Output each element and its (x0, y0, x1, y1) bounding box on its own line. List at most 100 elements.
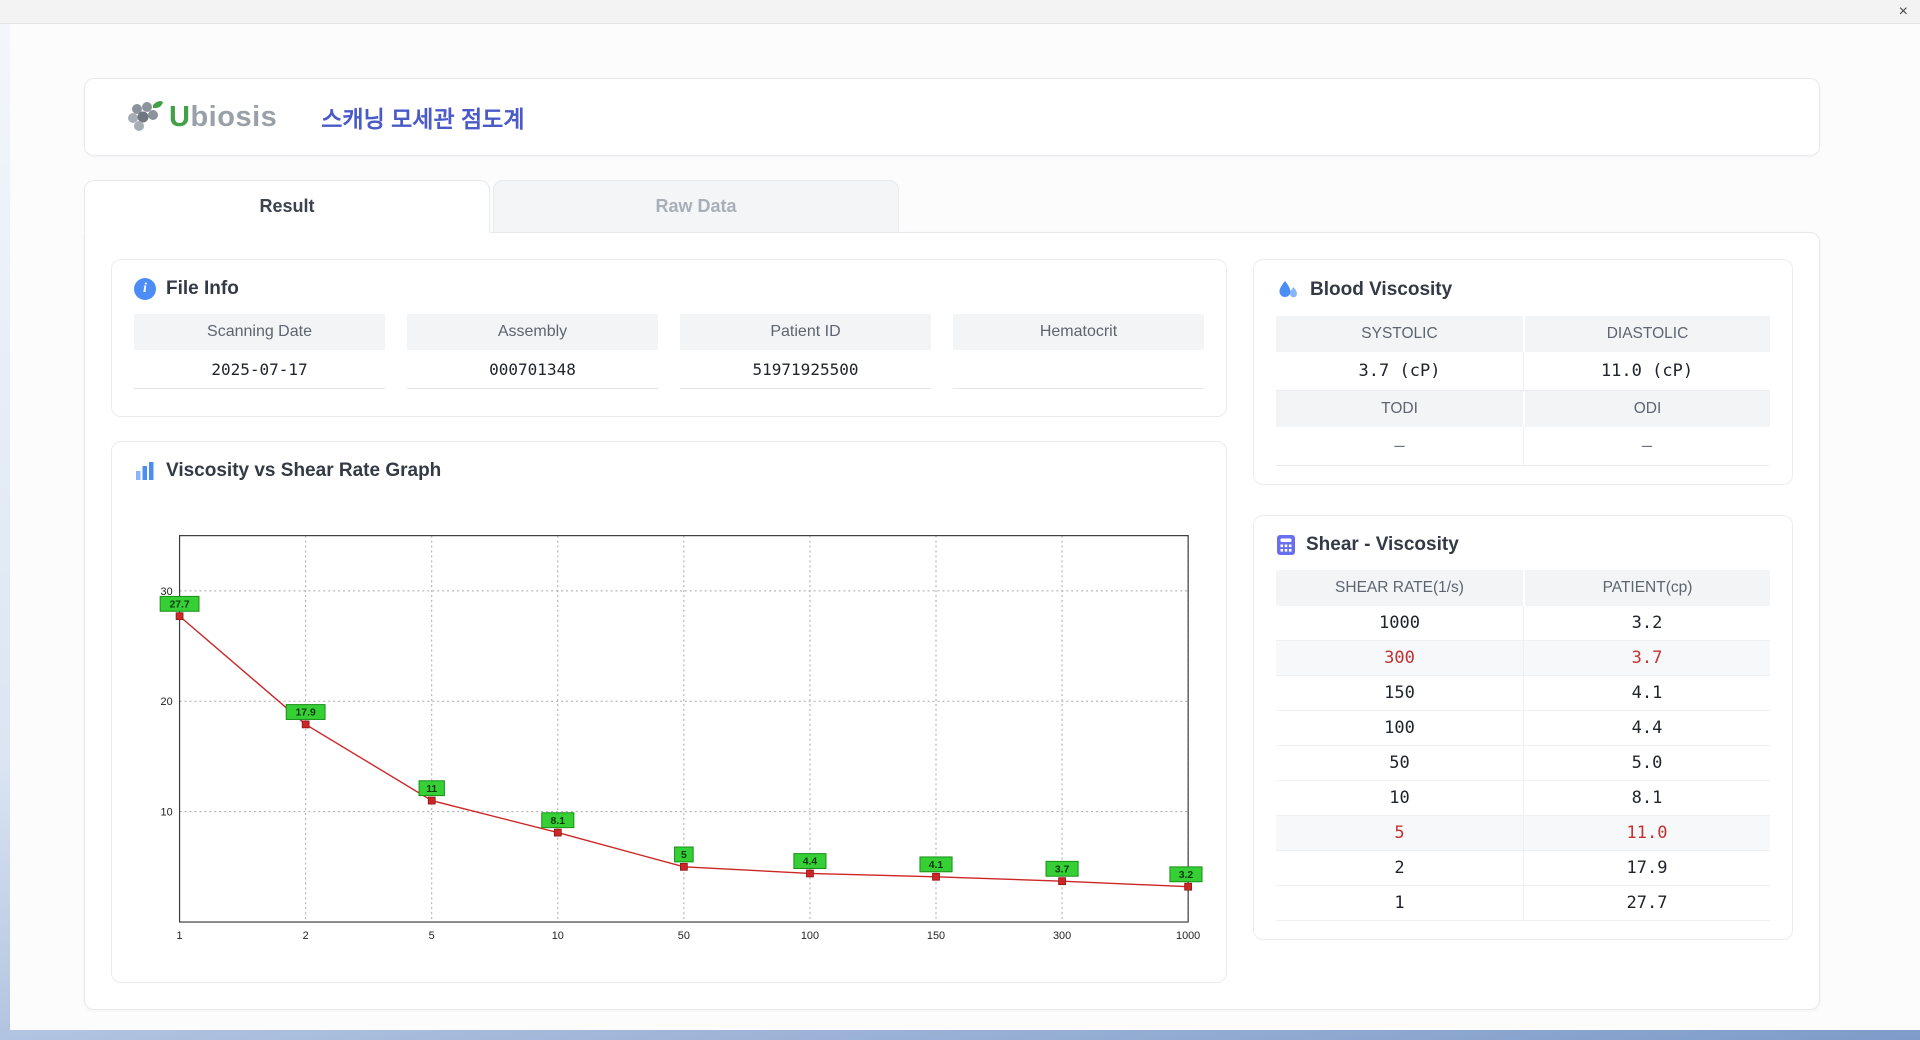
shear-table-row: 150 4.1 (1276, 676, 1770, 711)
svg-text:100: 100 (801, 930, 819, 942)
shear-viscosity-card: Shear - Viscosity SHEAR RATE(1/s) PATIEN… (1253, 515, 1793, 940)
tab-raw-data[interactable]: Raw Data (493, 180, 899, 233)
shear-viscosity-title-row: Shear - Viscosity (1276, 534, 1770, 556)
odi-value: – (1523, 427, 1770, 466)
systolic-label: SYSTOLIC (1276, 316, 1523, 352)
patient-viscosity-value: 5.0 (1523, 746, 1770, 780)
logo-text: Ubiosis (169, 101, 277, 134)
logo-grapes-icon (128, 101, 163, 131)
file-info-title: File Info (166, 278, 239, 299)
info-icon: i (134, 278, 156, 300)
shear-viscosity-title: Shear - Viscosity (1306, 534, 1459, 555)
svg-text:300: 300 (1053, 930, 1071, 942)
field-value: 51971925500 (680, 350, 931, 389)
field-patient-id: Patient ID 51971925500 (680, 314, 931, 389)
blood-viscosity-title-row: Blood Viscosity (1276, 278, 1770, 302)
shear-rate-value: 1 (1394, 893, 1405, 913)
svg-text:1: 1 (177, 930, 183, 942)
page: Ubiosis 스캐닝 모세관 점도계 Result Raw Data i Fi… (10, 24, 1920, 1030)
shear-rate-value: 1000 (1379, 613, 1420, 633)
ubiosis-logo: Ubiosis (123, 98, 277, 136)
systolic-value: 3.7 (cP) (1276, 352, 1523, 391)
shear-rate-value: 2 (1394, 858, 1405, 878)
shear-rate-column-header: SHEAR RATE(1/s) (1335, 579, 1464, 596)
shear-rate-value: 5 (1394, 823, 1405, 843)
droplets-icon (1279, 281, 1297, 298)
titlebar: × (0, 0, 1920, 24)
svg-text:10: 10 (161, 807, 173, 819)
page-title: 스캐닝 모세관 점도계 (321, 106, 525, 132)
field-label: Hematocrit (953, 314, 1204, 350)
field-label: Scanning Date (134, 314, 385, 350)
graph-title-row: Viscosity vs Shear Rate Graph (134, 460, 1204, 482)
svg-text:10: 10 (552, 930, 564, 942)
svg-text:2: 2 (303, 930, 309, 942)
svg-text:17.9: 17.9 (296, 708, 316, 719)
svg-text:27.7: 27.7 (169, 600, 189, 611)
shear-table-body: 1000 3.2 300 3.7 150 4.1 100 4.4 50 5.0 10 8.1 5 11.0… (1276, 606, 1770, 921)
file-info-card: i File Info Scanning Date 2025-07-17 Ass… (111, 259, 1227, 417)
shear-table-row: 2 17.9 (1276, 851, 1770, 886)
shear-rate-value: 50 (1389, 753, 1410, 773)
viscosity-chart: 1020301 2 5 10 50 100 150 300 100027.717.9118.15… (159, 535, 1203, 942)
file-info-title-row: i File Info (134, 278, 1204, 300)
tab-result[interactable]: Result (84, 180, 490, 233)
shear-table-header: SHEAR RATE(1/s) PATIENT(cp) (1276, 570, 1770, 606)
odi-label: ODI (1523, 391, 1770, 427)
graph-title: Viscosity vs Shear Rate Graph (166, 460, 442, 481)
svg-text:5: 5 (681, 850, 687, 861)
patient-viscosity-value: 17.9 (1523, 851, 1770, 885)
blood-viscosity-grid: SYSTOLIC DIASTOLIC 3.7 (cP) 11.0 (cP) TO… (1276, 316, 1770, 466)
tab-bar: Result Raw Data (84, 180, 1820, 233)
svg-text:4.1: 4.1 (929, 860, 944, 871)
svg-text:5: 5 (429, 930, 435, 942)
patient-viscosity-value: 3.2 (1523, 606, 1770, 640)
result-panel: i File Info Scanning Date 2025-07-17 Ass… (84, 232, 1820, 1010)
close-icon[interactable]: × (1899, 3, 1908, 20)
blood-viscosity-card: Blood Viscosity SYSTOLIC DIASTOLIC 3.7 (… (1253, 259, 1793, 485)
chart-area: 10 20 30 1 2 5 10 50 100 150 300 1000 27.7 17.9 11 8.1 5… (134, 496, 1204, 964)
patient-viscosity-value: 27.7 (1523, 886, 1770, 920)
svg-text:3.7: 3.7 (1055, 864, 1070, 875)
shear-table-row: 10 8.1 (1276, 781, 1770, 816)
svg-text:20: 20 (161, 696, 173, 708)
calculator-icon (1277, 535, 1295, 555)
patient-viscosity-value: 4.4 (1523, 711, 1770, 745)
svg-text:1000: 1000 (1176, 930, 1200, 942)
shear-table-row: 5 11.0 (1276, 816, 1770, 851)
shear-table-row: 50 5.0 (1276, 746, 1770, 781)
shear-table-row: 1000 3.2 (1276, 606, 1770, 641)
logo-text-u: U (169, 100, 191, 133)
shear-table-row: 300 3.7 (1276, 641, 1770, 676)
header-card: Ubiosis 스캐닝 모세관 점도계 (84, 78, 1820, 156)
patient-viscosity-value: 4.1 (1523, 676, 1770, 710)
field-label: Patient ID (680, 314, 931, 350)
diastolic-value: 11.0 (cP) (1523, 352, 1770, 391)
shear-rate-value: 100 (1384, 718, 1415, 738)
left-column: i File Info Scanning Date 2025-07-17 Ass… (111, 259, 1227, 983)
app-window: Ubiosis 스캐닝 모세관 점도계 Result Raw Data i Fi… (10, 24, 1920, 1030)
patient-column-header: PATIENT(cp) (1523, 570, 1770, 606)
viscosity-graph-card: Viscosity vs Shear Rate Graph 10 20 30 1 2 5 1… (111, 441, 1227, 983)
todi-label: TODI (1276, 391, 1523, 427)
field-scanning-date: Scanning Date 2025-07-17 (134, 314, 385, 389)
svg-text:50: 50 (678, 930, 690, 942)
todi-value: – (1276, 427, 1523, 466)
svg-text:3.2: 3.2 (1179, 870, 1194, 881)
svg-text:8.1: 8.1 (551, 816, 566, 827)
svg-text:4.4: 4.4 (803, 857, 818, 868)
svg-text:11: 11 (426, 784, 437, 795)
bar-chart-icon (136, 462, 154, 480)
patient-viscosity-value: 11.0 (1523, 816, 1770, 850)
right-column: Blood Viscosity SYSTOLIC DIASTOLIC 3.7 (… (1253, 259, 1793, 983)
field-value: 000701348 (407, 350, 658, 389)
field-value (953, 350, 1204, 389)
shear-rate-value: 300 (1384, 648, 1415, 668)
field-assembly: Assembly 000701348 (407, 314, 658, 389)
field-label: Assembly (407, 314, 658, 350)
svg-text:150: 150 (927, 930, 945, 942)
shear-table-row: 1 27.7 (1276, 886, 1770, 921)
field-value: 2025-07-17 (134, 350, 385, 389)
patient-viscosity-value: 3.7 (1523, 641, 1770, 675)
shear-rate-value: 150 (1384, 683, 1415, 703)
